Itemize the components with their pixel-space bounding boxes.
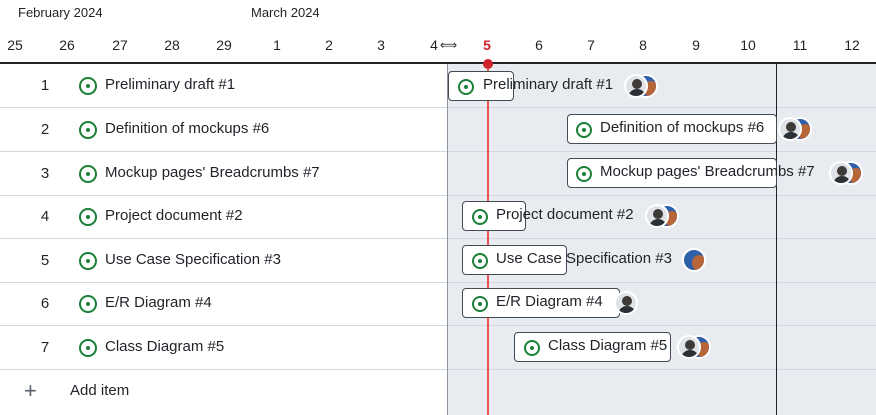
issue-opened-icon [576,166,592,182]
day-label: 25 [7,37,23,53]
item-title[interactable]: Project document #2 [105,207,243,224]
column-resize-icon[interactable]: ⟺ [440,38,457,52]
avatar[interactable] [614,291,638,315]
today-marker-line [487,63,489,415]
month-label-march: March 2024 [251,5,320,20]
item-title[interactable]: Class Diagram #5 [105,338,224,355]
add-item-label[interactable]: Add item [70,382,129,399]
day-label: 7 [587,37,595,53]
day-label: 27 [112,37,128,53]
timeline-row-divider [448,107,876,108]
table-row[interactable]: 3 Mockup pages' Breadcrumbs #7 [0,152,447,196]
month-label-february: February 2024 [18,5,103,20]
row-number: 4 [40,208,50,225]
issue-opened-icon [472,253,488,269]
day-label: 6 [535,37,543,53]
timeline-row-divider [448,325,876,326]
issue-opened-icon [79,165,97,183]
day-label: 8 [639,37,647,53]
day-label: 10 [740,37,756,53]
avatar[interactable] [682,248,706,272]
row-number: 7 [40,339,50,356]
timeline-row-divider [448,282,876,283]
day-label: 28 [164,37,180,53]
avatar[interactable] [677,335,701,359]
item-title[interactable]: E/R Diagram #4 [105,294,212,311]
timeline-row-divider [448,238,876,239]
plus-icon[interactable]: + [24,378,37,404]
bar-label[interactable]: E/R Diagram #4 [496,293,603,310]
issue-opened-icon [79,252,97,270]
day-label: 29 [216,37,232,53]
timeline-header: February 2024 March 2024 25 26 27 28 29 1 2 3 4 5… [0,0,876,64]
row-number: 6 [40,295,50,312]
table-row[interactable]: 2 Definition of mockups #6 [0,108,447,152]
avatar[interactable] [645,204,669,228]
day-label: 26 [59,37,75,53]
issue-opened-icon [472,209,488,225]
table-row[interactable]: 1 Preliminary draft #1 [0,64,447,108]
timeline-row-divider [448,151,876,152]
row-number: 2 [40,121,50,138]
timeline-row-divider [448,369,876,370]
timeline-area: Preliminary draft #1 Definition of mockup… [447,59,876,415]
roadmap-table: 1 Preliminary draft #1 2 Definition of mock… [0,64,447,415]
issue-opened-icon [79,339,97,357]
bar-label[interactable]: Definition of mockups #6 [600,119,764,136]
row-number: 3 [40,165,50,182]
table-row[interactable]: 4 Project document #2 [0,195,447,239]
table-row[interactable]: 7 Class Diagram #5 [0,326,447,370]
bar-label[interactable]: Use Case Specification #3 [496,250,672,267]
day-label: 3 [377,37,385,53]
item-title[interactable]: Preliminary draft #1 [105,76,235,93]
bar-label[interactable]: Mockup pages' Breadcrumbs #7 [600,163,815,180]
item-title[interactable]: Use Case Specification #3 [105,251,281,268]
today-marker-dot [483,59,493,69]
bar-label[interactable]: Class Diagram #5 [548,337,667,354]
issue-opened-icon [79,77,97,95]
bar-label[interactable]: Preliminary draft #1 [483,76,613,93]
table-row[interactable]: 6 E/R Diagram #4 [0,282,447,326]
day-label: 11 [792,37,808,53]
day-label: 5 [483,37,491,53]
item-title[interactable]: Definition of mockups #6 [105,120,269,137]
row-number: 5 [40,252,50,269]
row-number: 1 [40,77,50,94]
item-title[interactable]: Mockup pages' Breadcrumbs #7 [105,164,320,181]
timeline-row-divider [448,195,876,196]
day-label: 1 [273,37,281,53]
issue-opened-icon [79,208,97,226]
issue-opened-icon [524,340,540,356]
avatar[interactable] [829,161,853,185]
issue-opened-icon [576,122,592,138]
day-label: 9 [692,37,700,53]
issue-opened-icon [458,79,474,95]
issue-opened-icon [79,121,97,139]
day-label: 2 [325,37,333,53]
day-label: 12 [844,37,860,53]
add-item-row[interactable]: + Add item [0,370,447,415]
bar-label[interactable]: Project document #2 [496,206,634,223]
avatar[interactable] [778,117,802,141]
issue-opened-icon [79,295,97,313]
issue-opened-icon [472,296,488,312]
table-row[interactable]: 5 Use Case Specification #3 [0,239,447,283]
avatar[interactable] [624,74,648,98]
